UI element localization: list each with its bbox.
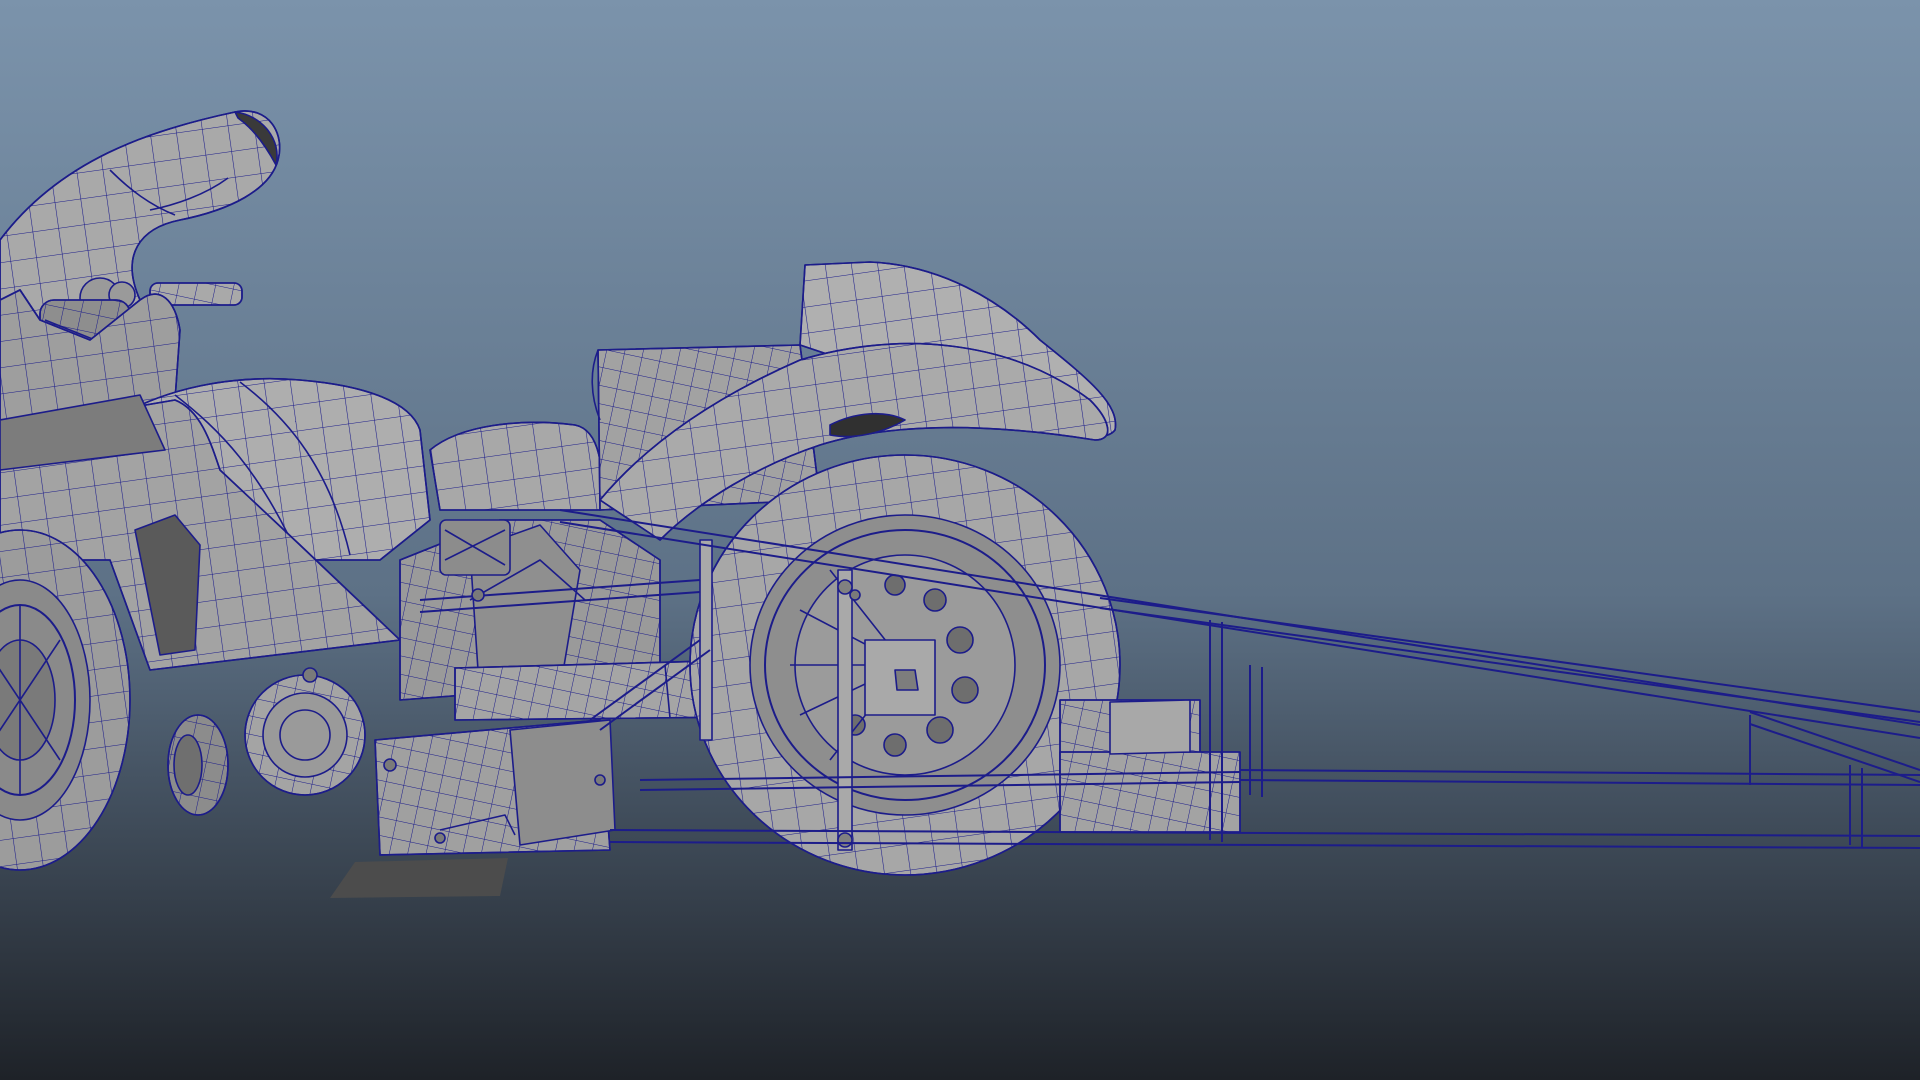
lower-engine-case[interactable]: [374, 719, 616, 856]
wheelie-bar-plate[interactable]: [1109, 699, 1191, 755]
exhaust-canister[interactable]: [167, 714, 229, 816]
ground-shadow: [330, 858, 508, 898]
3d-viewport[interactable]: [0, 0, 1920, 1080]
seat-cushion[interactable]: [429, 421, 603, 511]
scene-canvas[interactable]: [0, 0, 1920, 1080]
